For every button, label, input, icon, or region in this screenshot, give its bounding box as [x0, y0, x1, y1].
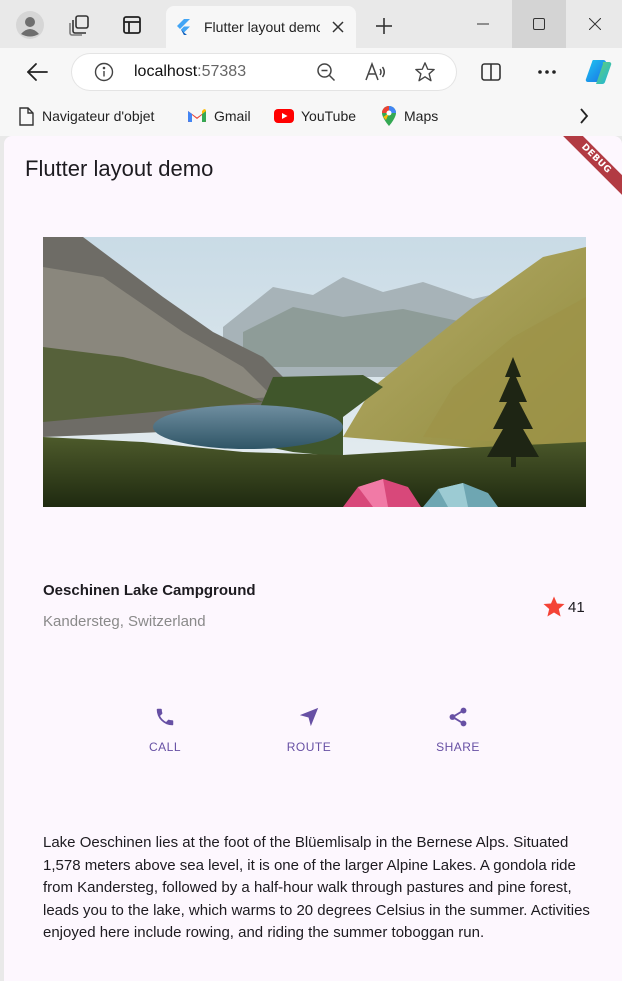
copilot-button[interactable]: [584, 57, 614, 87]
minimize-icon: [477, 23, 489, 25]
page-icon: [19, 106, 34, 126]
read-aloud-button[interactable]: [360, 57, 390, 87]
app-viewport: Flutter layout demo DEBUG Oeschinen Lake…: [4, 136, 622, 981]
call-label: CALL: [148, 740, 182, 754]
favorite-button[interactable]: [410, 57, 440, 87]
plus-icon: [376, 18, 392, 34]
copilot-icon: [585, 59, 612, 85]
phone-icon: [152, 704, 178, 730]
app-bar-title: Flutter layout demo: [25, 156, 214, 181]
bookmark-label: Maps: [404, 108, 439, 124]
close-window-button[interactable]: [568, 0, 622, 48]
gmail-icon: [188, 109, 206, 122]
more-options-button[interactable]: [532, 57, 562, 87]
bookmark-gmail[interactable]: Gmail: [188, 104, 251, 128]
call-button[interactable]: CALL: [125, 704, 205, 754]
more-horizontal-icon: [538, 70, 556, 74]
bookmark-label: YouTube: [301, 108, 357, 124]
read-aloud-icon: [365, 62, 385, 81]
address-toolbar: localhost:57383: [0, 48, 622, 96]
info-icon[interactable]: [94, 62, 114, 82]
route-button[interactable]: ROUTE: [269, 704, 349, 754]
star-icon: [543, 596, 565, 617]
route-label: ROUTE: [286, 740, 332, 754]
flutter-logo-icon: [177, 19, 190, 35]
bookmark-youtube[interactable]: YouTube: [274, 104, 356, 128]
new-tab-button[interactable]: [370, 12, 398, 40]
chevron-right-icon: [580, 108, 589, 124]
zoom-button[interactable]: [314, 60, 338, 84]
bookmark-navigateur[interactable]: Navigateur d'objet: [18, 104, 154, 128]
url-port: :57383: [197, 63, 247, 80]
youtube-icon: [274, 109, 294, 123]
close-icon: [589, 18, 601, 30]
maximize-button[interactable]: [512, 0, 566, 48]
rating-count: 41: [568, 598, 585, 616]
maps-icon: [382, 106, 396, 126]
bookmark-maps[interactable]: Maps: [382, 104, 438, 128]
arrow-left-icon: [27, 63, 48, 81]
bookmark-label: Gmail: [214, 108, 251, 124]
browser-tab-strip: Flutter layout demo: [0, 0, 622, 48]
zoom-out-icon: [317, 63, 336, 82]
profile-avatar-icon: [16, 11, 44, 39]
profile-button[interactable]: [14, 9, 46, 41]
tab-actions-button[interactable]: [116, 9, 148, 41]
close-icon: [332, 21, 344, 33]
hero-image-lake: [43, 237, 586, 507]
vertical-tabs-icon: [123, 16, 141, 34]
lake-landscape-image: [43, 237, 586, 507]
share-button[interactable]: SHARE: [418, 704, 498, 754]
bookmark-label: Navigateur d'objet: [42, 108, 155, 124]
more-bookmarks-button[interactable]: [572, 104, 596, 128]
rating[interactable]: 41: [542, 595, 585, 619]
maximize-icon: [533, 18, 545, 30]
back-button[interactable]: [22, 58, 52, 86]
address-bar[interactable]: localhost:57383: [72, 54, 456, 90]
url-text[interactable]: localhost:57383: [134, 63, 246, 81]
star-outline-icon: [415, 62, 435, 82]
share-label: SHARE: [436, 740, 480, 754]
bookmarks-bar: Navigateur d'objet Gmail YouTube Maps: [0, 96, 622, 136]
minimize-button[interactable]: [456, 0, 510, 48]
place-description: Lake Oeschinen lies at the foot of the B…: [43, 834, 590, 942]
debug-banner: DEBUG: [557, 136, 622, 198]
navigation-arrow-icon: [296, 704, 322, 730]
split-screen-button[interactable]: [476, 57, 506, 87]
tab-title: Flutter layout demo: [204, 19, 320, 35]
tab-active[interactable]: Flutter layout demo: [166, 6, 356, 48]
share-icon: [445, 704, 471, 730]
place-title: Oeschinen Lake Campground: [43, 582, 256, 599]
split-screen-icon: [481, 63, 501, 81]
workspaces-icon: [69, 15, 89, 36]
tab-close-button[interactable]: [328, 17, 348, 37]
url-host: localhost: [134, 63, 198, 80]
place-location: Kandersteg, Switzerland: [43, 613, 206, 630]
workspaces-button[interactable]: [64, 9, 96, 41]
